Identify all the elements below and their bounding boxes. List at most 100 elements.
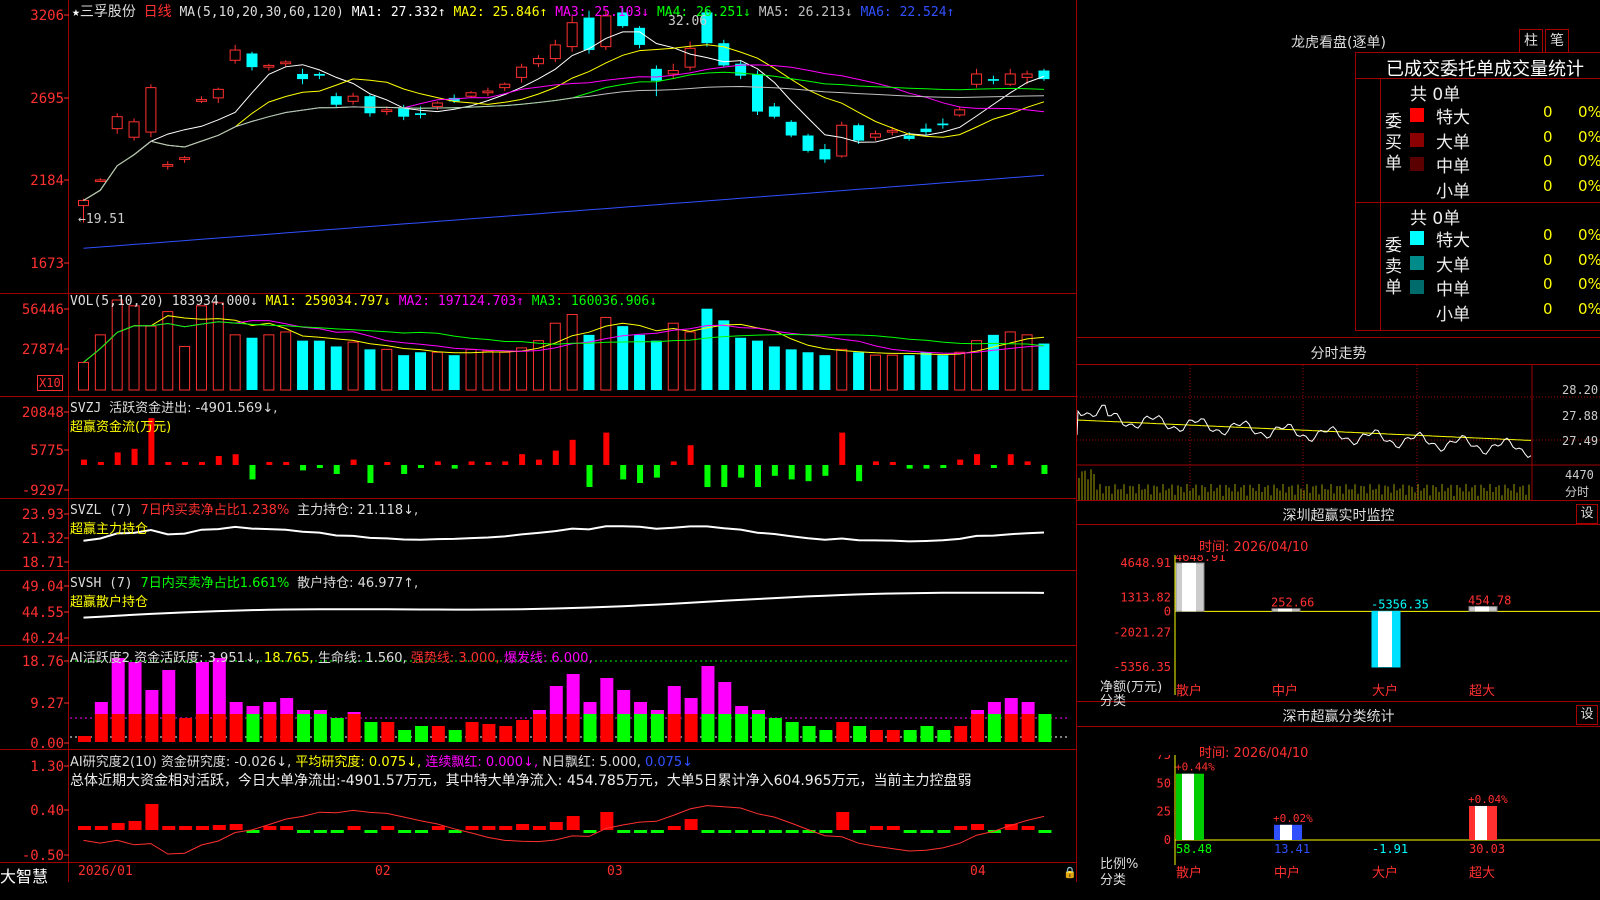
candle	[532, 58, 544, 65]
ai-activity-bar	[920, 726, 934, 742]
candle	[987, 79, 999, 81]
stock-name[interactable]: 三孚股份	[80, 4, 136, 20]
volume-bar	[516, 347, 528, 391]
class-category: 中户	[1274, 865, 1300, 881]
volume-bar	[364, 349, 376, 390]
ma-value-1: MA1: 27.332↑	[351, 5, 454, 20]
candle	[1021, 73, 1033, 78]
ai-activity-bar-top	[1021, 702, 1035, 714]
ai-activity-bar	[78, 736, 91, 742]
ai-activity-bar	[297, 714, 311, 742]
ai-activity-bar-top	[617, 690, 631, 714]
ai-research-bar	[903, 830, 917, 833]
sell-side-label: 委卖单	[1385, 236, 1402, 298]
ai-research-bar	[94, 826, 108, 830]
ai-activity-bar	[330, 718, 344, 742]
volume-bar	[735, 337, 747, 390]
class-bar-shine	[1182, 773, 1194, 840]
ai-research-bar	[532, 826, 546, 830]
candle	[482, 90, 494, 94]
candle	[330, 96, 342, 105]
svzj-bar	[552, 450, 559, 465]
svzj-bar	[889, 462, 896, 465]
svzj-bar	[333, 465, 340, 474]
order-size-label: 大单	[1436, 255, 1470, 276]
svzj-bar	[990, 465, 997, 468]
monitor-bar-label: 454.78	[1468, 594, 1511, 608]
ai-activity-bar	[94, 714, 108, 742]
ai-research-bar	[853, 830, 867, 833]
ai-research-bar	[836, 812, 850, 830]
candle	[752, 73, 763, 112]
svzj-bar	[519, 454, 526, 465]
svzj-bar	[738, 465, 745, 478]
intraday-chart[interactable]	[1077, 365, 1600, 500]
date-tick-apr: 04	[970, 864, 986, 879]
ai-research-bar	[886, 826, 900, 830]
volume-bar	[634, 334, 646, 390]
ai1-v2: 18.765,	[264, 651, 314, 666]
color-swatch	[1410, 108, 1424, 122]
order-percent: 0%	[1578, 152, 1600, 170]
volume-bar	[111, 299, 123, 391]
fenshi-vol-label: 4470	[1565, 468, 1594, 482]
ai2-axis-3: -0.50	[22, 848, 64, 864]
ai-activity-bar-top	[600, 678, 614, 714]
ma-legend: ★三孚股份 日线 MA(5,10,20,30,60,120) MA1: 27.3…	[72, 1, 954, 21]
ai-research-bar	[330, 830, 344, 833]
lock-icon[interactable]: 🔒	[1063, 866, 1077, 879]
ai-activity-bar	[398, 730, 412, 742]
svzj-bar	[653, 465, 660, 478]
sz-class-chart: 75 50 25 0 +0.44% 58.48 散户 +0.02% 13.41 中户 -1.91 大户…	[1157, 755, 1600, 881]
candle	[229, 49, 241, 61]
ai-research-bar	[617, 830, 631, 833]
buy-total: 共 0单	[1410, 85, 1461, 105]
candle	[549, 44, 561, 60]
svzj-bar	[485, 462, 492, 465]
volume-bar	[94, 334, 106, 391]
candle	[920, 128, 932, 133]
order-percent: 0%	[1578, 127, 1600, 146]
period-label[interactable]: 日线	[144, 4, 172, 20]
monitor-bar-shine	[1182, 563, 1196, 612]
ai-activity-bar	[701, 714, 715, 742]
vol-axis-2: 27874	[22, 342, 64, 358]
candle	[886, 129, 898, 133]
ai-research-legend: AI研究度2(10) 资金研究度: -0.026↓, 平均研究度: 0.075↓…	[70, 751, 693, 770]
ma-values: MA1: 27.332↑ MA2: 25.846↑ MA3: 25.103↓ M…	[352, 5, 955, 20]
candle	[937, 123, 949, 126]
vol-unit-badge: X10	[37, 375, 63, 391]
ai-activity-bar	[684, 714, 698, 742]
ai-research-bar	[212, 825, 226, 830]
ai-activity-bar	[111, 714, 125, 742]
buy-side-label: 委买单	[1385, 112, 1402, 174]
high-price-label: 32.06	[668, 14, 708, 29]
candle	[431, 102, 443, 107]
svzl-axis-3: 18.71	[22, 555, 64, 571]
ai-activity-bar-top	[650, 710, 664, 714]
svzj-axis-2: 5775	[30, 443, 64, 459]
svzj-bar	[502, 461, 509, 465]
ai-activity-bar	[954, 726, 968, 742]
ai-activity-bar	[886, 730, 900, 742]
svzj-bar	[350, 459, 357, 465]
sz-monitor-settings-button[interactable]: 设	[1576, 504, 1598, 524]
ai1-axis-3: 0.00	[30, 736, 64, 752]
ma-value-5: MA5: 26.213↓	[758, 5, 861, 20]
ai-research-bar	[549, 822, 563, 830]
monitor-axis-label: -5356.35	[1113, 660, 1171, 674]
ai-activity-bar	[785, 722, 799, 742]
candle	[499, 83, 511, 89]
candle	[246, 53, 258, 68]
svsh-pct: 7日内买卖净占比1.661%	[140, 576, 290, 591]
monitor-axis-label: -2021.27	[1113, 625, 1171, 639]
sz-class-settings-button[interactable]: 设	[1576, 705, 1598, 725]
volume-bar	[499, 351, 511, 391]
ai-activity-bar	[415, 726, 428, 742]
candle	[954, 109, 966, 116]
svzj-bar	[923, 465, 930, 469]
lhb-sell-row: 中单 0 0%	[1410, 275, 1600, 300]
candle	[869, 133, 881, 138]
volume-bar	[482, 350, 494, 391]
candlestick-series	[78, 8, 1050, 223]
